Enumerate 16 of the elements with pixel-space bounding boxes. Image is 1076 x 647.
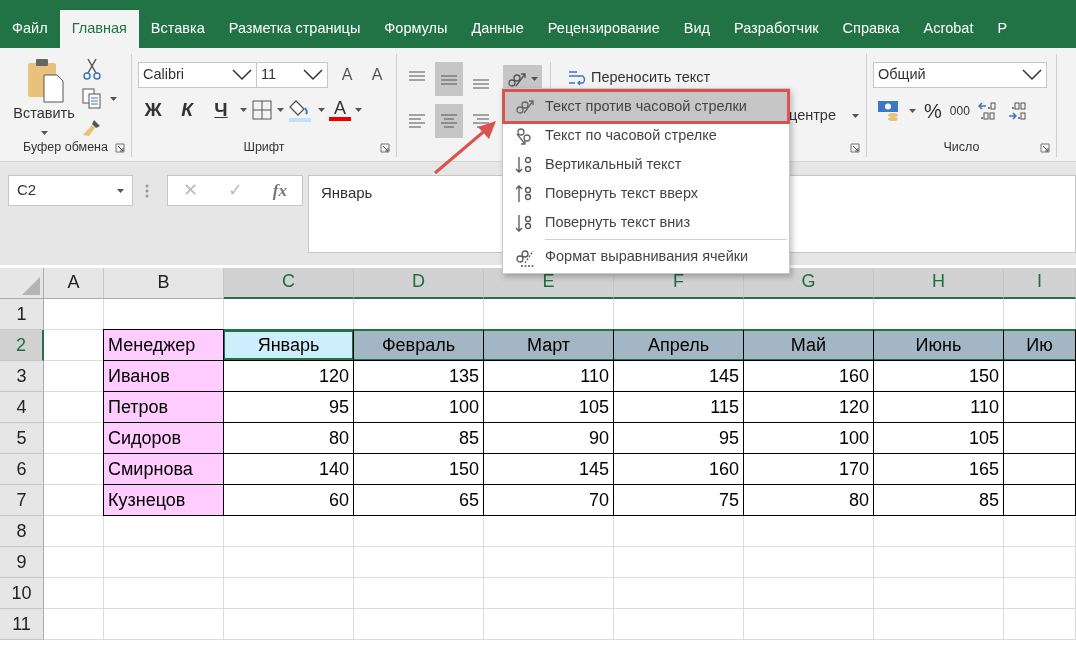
- table-cell: Февраль: [353, 329, 484, 361]
- table-cell: Июнь: [873, 329, 1004, 361]
- table-cell: Кузнецов: [103, 484, 224, 516]
- table-cell: Апрель: [613, 329, 744, 361]
- table-cell: Смирнова: [103, 453, 224, 485]
- table-cell: Март: [483, 329, 614, 361]
- table-cell: Петров: [103, 391, 224, 423]
- group-label: Буфер обмена: [23, 139, 108, 157]
- group-label: Число: [943, 138, 980, 156]
- table-cell: Иванов: [103, 360, 224, 392]
- table-cell: Ию: [1003, 329, 1076, 361]
- group-label: Шрифт: [243, 138, 285, 156]
- table-cell: Май: [743, 329, 874, 361]
- table-cell: Сидоров: [103, 422, 224, 454]
- table-cell: Январь: [223, 329, 354, 361]
- table-cell: Менеджер: [103, 329, 224, 361]
